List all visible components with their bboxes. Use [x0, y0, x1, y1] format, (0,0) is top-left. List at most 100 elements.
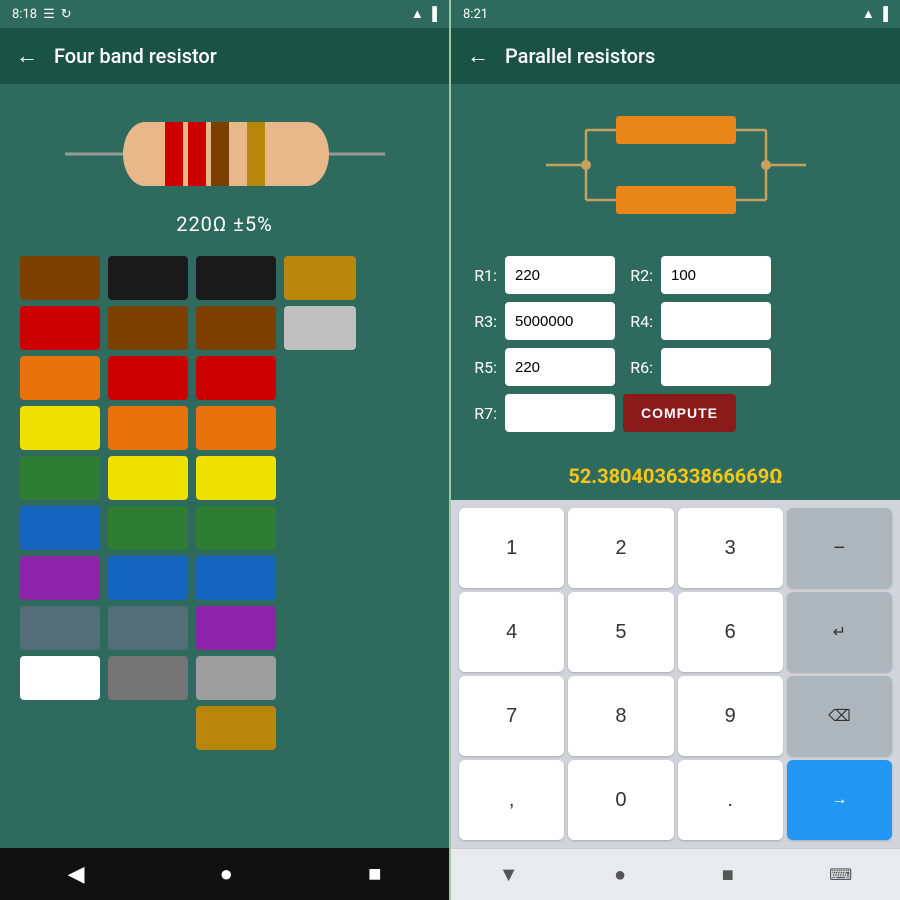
- key-7[interactable]: 7: [459, 676, 564, 756]
- key-comma[interactable]: ,: [459, 760, 564, 840]
- swatch-blue-1[interactable]: [20, 506, 100, 550]
- swatch-green-1[interactable]: [20, 456, 100, 500]
- swatch-gray2-2[interactable]: [108, 656, 188, 700]
- key-6[interactable]: 6: [678, 592, 783, 672]
- sync-icon: ↻: [61, 7, 72, 22]
- swatch-violet-3[interactable]: [196, 606, 276, 650]
- input-row-r1r2: R1: R2:: [467, 256, 884, 294]
- swatch-green-3[interactable]: [196, 506, 276, 550]
- color-col-2: [108, 256, 188, 750]
- toolbar-right: ← Parallel resistors: [451, 28, 900, 84]
- swatch-gray-1[interactable]: [20, 606, 100, 650]
- time-left: 8:18: [12, 7, 37, 22]
- swatch-orange-3[interactable]: [196, 406, 276, 450]
- swatch-brown-1[interactable]: [20, 256, 100, 300]
- circuit-area: [451, 84, 900, 246]
- swatch-yellow-2[interactable]: [108, 456, 188, 500]
- key-row-1: 1 2 3 −: [459, 508, 892, 588]
- back-button-right[interactable]: ←: [467, 43, 489, 69]
- key-next[interactable]: →: [787, 760, 892, 840]
- circuit-diagram: [526, 100, 826, 230]
- back-nav-right[interactable]: ▼: [499, 862, 519, 887]
- label-r5: R5:: [467, 358, 497, 377]
- result-value: 52.380403633866669Ω: [568, 464, 782, 488]
- swatch-red-1[interactable]: [20, 306, 100, 350]
- swatch-white-1[interactable]: [20, 656, 100, 700]
- status-icons-right: ▲ ▐: [862, 6, 888, 22]
- recents-nav-right[interactable]: ■: [722, 862, 734, 887]
- notif-icon: ☰: [43, 7, 55, 22]
- input-r1[interactable]: [505, 256, 615, 294]
- right-panel: 8:21 ▲ ▐ ← Parallel resistors: [451, 0, 900, 900]
- left-panel: 8:18 ☰ ↻ ▲ ▐ ← Four band resistor: [0, 0, 449, 900]
- color-col-1: [20, 256, 100, 750]
- battery-icon: ▐: [428, 6, 437, 22]
- swatch-gold-4[interactable]: [284, 256, 356, 300]
- swatch-black-2[interactable]: [108, 256, 188, 300]
- color-col-3: [196, 256, 276, 750]
- input-r2[interactable]: [661, 256, 771, 294]
- key-backspace[interactable]: ⌫: [787, 676, 892, 756]
- swatch-gold-3[interactable]: [196, 706, 276, 750]
- label-r3: R3:: [467, 312, 497, 331]
- swatch-blue-2[interactable]: [108, 556, 188, 600]
- swatch-silver-4[interactable]: [284, 306, 356, 350]
- inputs-area: R1: R2: R3: R4: R5: R6: R7: COMPUTE: [451, 246, 900, 456]
- key-3[interactable]: 3: [678, 508, 783, 588]
- input-r7[interactable]: [505, 394, 615, 432]
- label-r2: R2:: [623, 266, 653, 285]
- color-grid: [0, 246, 449, 760]
- back-button-left[interactable]: ←: [16, 43, 38, 69]
- status-bar-right: 8:21 ▲ ▐: [451, 0, 900, 28]
- swatch-brown-3[interactable]: [196, 306, 276, 350]
- nav-bar-right: ▼ ● ■ ⌨: [451, 848, 900, 900]
- status-bar-left: 8:18 ☰ ↻ ▲ ▐: [0, 0, 449, 28]
- swatch-gray-2[interactable]: [108, 606, 188, 650]
- page-title-left: Four band resistor: [54, 44, 217, 68]
- page-title-right: Parallel resistors: [505, 44, 655, 68]
- key-8[interactable]: 8: [568, 676, 673, 756]
- swatch-red-2[interactable]: [108, 356, 188, 400]
- input-r6[interactable]: [661, 348, 771, 386]
- swatch-black-3[interactable]: [196, 256, 276, 300]
- label-r7: R7:: [467, 404, 497, 423]
- swatch-green-2[interactable]: [108, 506, 188, 550]
- compute-button[interactable]: COMPUTE: [623, 394, 736, 432]
- swatch-blue-3[interactable]: [196, 556, 276, 600]
- time-right: 8:21: [463, 7, 488, 22]
- input-r5[interactable]: [505, 348, 615, 386]
- keyboard-nav-icon[interactable]: ⌨: [829, 865, 852, 884]
- swatch-orange-1[interactable]: [20, 356, 100, 400]
- nav-bar-left: ◀ ● ■: [0, 848, 449, 900]
- swatch-yellow-1[interactable]: [20, 406, 100, 450]
- input-r3[interactable]: [505, 302, 615, 340]
- key-9[interactable]: 9: [678, 676, 783, 756]
- home-nav-right[interactable]: ●: [614, 862, 626, 887]
- signal-icon: ▲: [411, 6, 424, 22]
- toolbar-left: ← Four band resistor: [0, 28, 449, 84]
- swatch-silver-3[interactable]: [196, 656, 276, 700]
- back-nav-icon[interactable]: ◀: [68, 862, 85, 887]
- home-nav-icon[interactable]: ●: [220, 861, 233, 887]
- swatch-orange-2[interactable]: [108, 406, 188, 450]
- recents-nav-icon[interactable]: ■: [368, 861, 381, 887]
- input-r4[interactable]: [661, 302, 771, 340]
- resistor-value: 220Ω ±5%: [176, 212, 273, 236]
- color-col-4: [284, 256, 356, 750]
- label-r1: R1:: [467, 266, 497, 285]
- swatch-brown-2[interactable]: [108, 306, 188, 350]
- key-2[interactable]: 2: [568, 508, 673, 588]
- label-r4: R4:: [623, 312, 653, 331]
- swatch-red-3[interactable]: [196, 356, 276, 400]
- key-4[interactable]: 4: [459, 592, 564, 672]
- key-enter[interactable]: ↵: [787, 592, 892, 672]
- signal-right: ▲: [862, 6, 875, 22]
- key-minus[interactable]: −: [787, 508, 892, 588]
- swatch-violet-1[interactable]: [20, 556, 100, 600]
- swatch-yellow-3[interactable]: [196, 456, 276, 500]
- input-row-r7-compute: R7: COMPUTE: [467, 394, 884, 432]
- key-5[interactable]: 5: [568, 592, 673, 672]
- key-0[interactable]: 0: [568, 760, 673, 840]
- key-dot[interactable]: .: [678, 760, 783, 840]
- key-1[interactable]: 1: [459, 508, 564, 588]
